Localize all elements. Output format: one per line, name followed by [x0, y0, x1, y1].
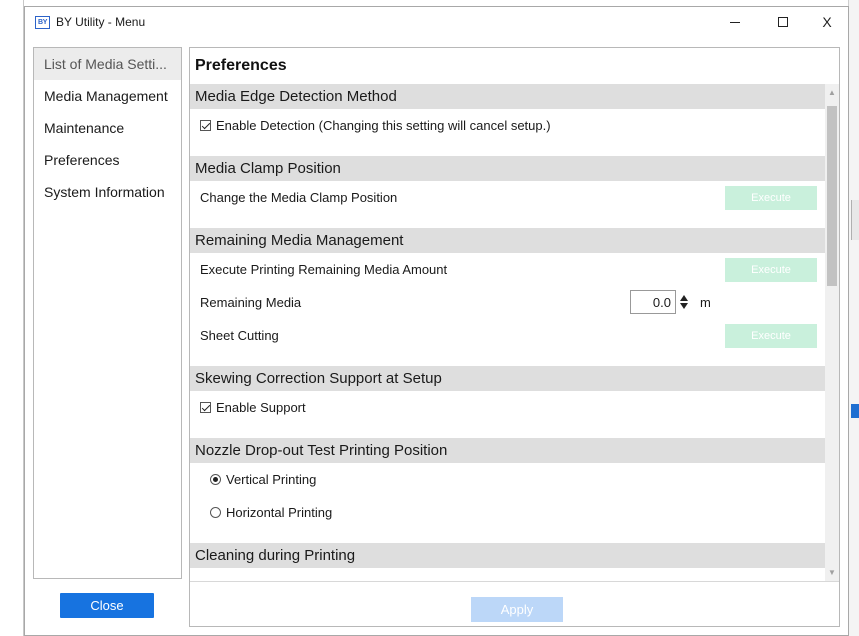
minimize-button[interactable]	[713, 7, 757, 37]
section-header-nozzle-test: Nozzle Drop-out Test Printing Position	[190, 438, 825, 463]
background-accent-fragment	[851, 404, 859, 418]
remaining-media-stepper: 0.0 m	[630, 290, 711, 314]
decrement-arrow-icon[interactable]	[680, 303, 688, 309]
utility-window: BY BY Utility - Menu X List of Media Set…	[24, 6, 849, 636]
vertical-scrollbar[interactable]: ▲ ▼	[825, 84, 839, 581]
enable-support-label[interactable]: Enable Support	[216, 400, 306, 415]
scroll-up-icon[interactable]: ▲	[828, 89, 836, 97]
print-remaining-label: Execute Printing Remaining Media Amount	[200, 262, 448, 277]
clamp-position-row: Change the Media Clamp Position Execute	[190, 181, 825, 214]
section-header-skew-correction: Skewing Correction Support at Setup	[190, 366, 825, 391]
sidebar-nav: List of Media Setti... Media Management …	[33, 47, 182, 579]
print-remaining-row: Execute Printing Remaining Media Amount …	[190, 253, 825, 286]
scrollbar-thumb[interactable]	[827, 106, 837, 286]
enable-support-row: Enable Support	[190, 391, 825, 424]
section-header-remaining-media: Remaining Media Management	[190, 228, 825, 253]
remaining-media-spin-buttons	[678, 290, 690, 314]
vertical-printing-row: Vertical Printing	[190, 463, 825, 496]
remaining-media-label: Remaining Media	[200, 295, 302, 310]
enable-detection-checkbox[interactable]	[200, 120, 211, 131]
sheet-cutting-row: Sheet Cutting Execute	[190, 319, 825, 352]
execute-clamp-button[interactable]: Execute	[725, 186, 817, 210]
preferences-content: Media Edge Detection Method Enable Detec…	[190, 84, 825, 568]
window-close-button[interactable]: X	[805, 7, 849, 37]
page-title: Preferences	[195, 57, 287, 74]
title-bar[interactable]: BY BY Utility - Menu X	[25, 7, 848, 37]
background-desktop-right	[848, 0, 859, 636]
sheet-cutting-label: Sheet Cutting	[200, 328, 279, 343]
sidebar-item-preferences[interactable]: Preferences	[34, 144, 181, 176]
horizontal-printing-radio[interactable]	[210, 507, 221, 518]
preferences-panel: Preferences Media Edge Detection Method …	[189, 47, 840, 627]
maximize-button[interactable]	[761, 7, 805, 37]
minimize-icon	[730, 21, 740, 23]
enable-detection-row: Enable Detection (Changing this setting …	[190, 109, 825, 142]
section-header-cleaning: Cleaning during Printing	[190, 543, 825, 568]
scroll-down-icon[interactable]: ▼	[828, 569, 836, 577]
remaining-media-input[interactable]: 0.0	[630, 290, 676, 314]
remaining-media-unit: m	[700, 294, 711, 310]
remaining-media-row: Remaining Media 0.0 m	[190, 286, 825, 319]
sidebar-item-maintenance[interactable]: Maintenance	[34, 112, 181, 144]
close-icon: X	[822, 14, 832, 30]
app-icon: BY	[35, 15, 50, 29]
horizontal-printing-row: Horizontal Printing	[190, 496, 825, 529]
vertical-printing-label[interactable]: Vertical Printing	[226, 472, 316, 487]
maximize-icon	[778, 17, 788, 27]
enable-support-checkbox[interactable]	[200, 402, 211, 413]
sidebar-item-list-of-media-settings[interactable]: List of Media Setti...	[34, 48, 181, 80]
sidebar-item-system-information[interactable]: System Information	[34, 176, 181, 208]
sidebar-item-media-management[interactable]: Media Management	[34, 80, 181, 112]
execute-sheet-cutting-button[interactable]: Execute	[725, 324, 817, 348]
vertical-printing-radio[interactable]	[210, 474, 221, 485]
section-header-edge-detection: Media Edge Detection Method	[190, 84, 825, 109]
execute-print-remaining-button[interactable]: Execute	[725, 258, 817, 282]
increment-arrow-icon[interactable]	[680, 295, 688, 301]
footer-divider	[190, 581, 839, 582]
window-title: BY Utility - Menu	[56, 15, 146, 29]
apply-button[interactable]: Apply	[471, 597, 563, 622]
horizontal-printing-label[interactable]: Horizontal Printing	[226, 505, 332, 520]
enable-detection-label[interactable]: Enable Detection (Changing this setting …	[216, 118, 551, 133]
clamp-position-label: Change the Media Clamp Position	[200, 190, 398, 205]
close-button[interactable]: Close	[60, 593, 154, 618]
background-window-fragment	[851, 200, 859, 240]
section-header-clamp-position: Media Clamp Position	[190, 156, 825, 181]
background-desktop-left	[0, 0, 24, 636]
preferences-scroll-area[interactable]: Media Edge Detection Method Enable Detec…	[190, 84, 839, 581]
